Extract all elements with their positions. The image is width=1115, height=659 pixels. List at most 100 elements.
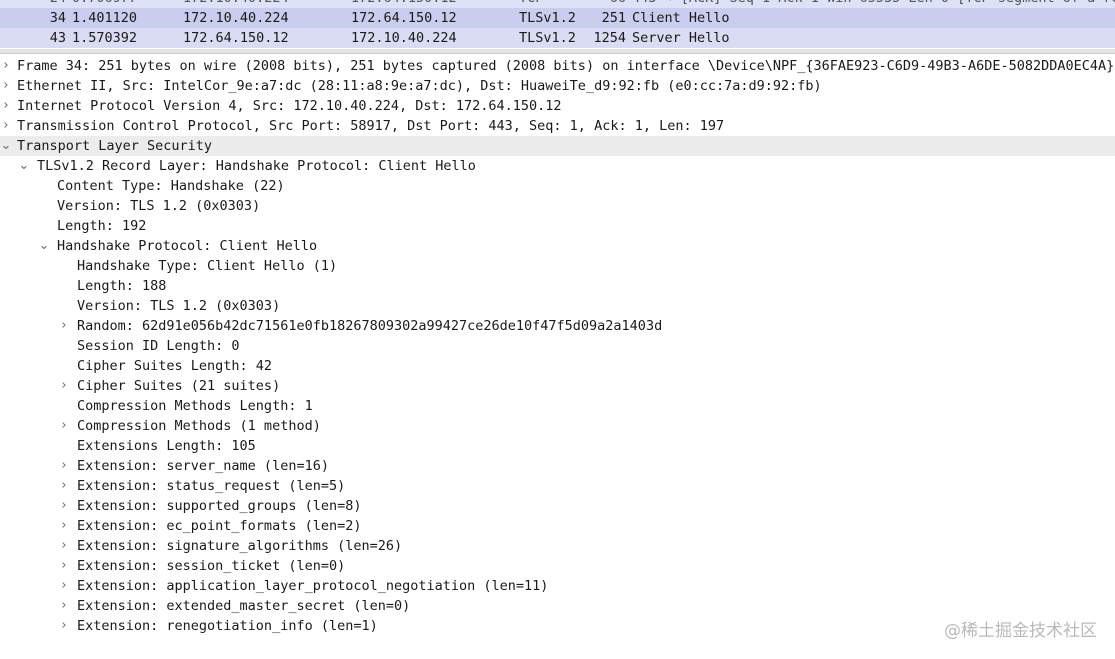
packet-source: 172.64.150.12	[183, 30, 289, 46]
chevron-down-icon[interactable]: ⌄	[38, 236, 50, 256]
packet-list: 24 0.706977 172.10.40.224 172.64.150.12 …	[0, 0, 1115, 48]
packet-info: Server Hello	[632, 30, 730, 46]
tree-item[interactable]: Content Type: Handshake (22)	[0, 176, 1115, 196]
chevron-right-icon[interactable]: ›	[0, 56, 12, 76]
chevron-right-icon[interactable]: ›	[58, 616, 70, 636]
watermark: @稀土掘金技术社区	[944, 621, 1097, 641]
packet-protocol: TLSv1.2	[519, 10, 576, 26]
chevron-right-icon[interactable]: ›	[58, 316, 70, 336]
tree-item[interactable]: Handshake Type: Client Hello (1)	[0, 256, 1115, 276]
chevron-right-icon[interactable]: ›	[0, 76, 12, 96]
packet-length: 1254	[593, 30, 626, 46]
packet-row[interactable]: 43 1.570392 172.64.150.12 172.10.40.224 …	[0, 28, 1115, 48]
packet-protocol: TCP	[519, 0, 543, 8]
chevron-down-icon[interactable]: ⌄	[0, 136, 12, 156]
tree-item-label: Extension: application_layer_protocol_ne…	[77, 578, 549, 594]
tree-item-label: Extension: status_request (len=5)	[77, 478, 346, 494]
packet-time: 0.706977	[72, 0, 137, 8]
chevron-right-icon[interactable]: ›	[58, 596, 70, 616]
chevron-right-icon[interactable]: ›	[58, 476, 70, 496]
tree-item-label: Compression Methods (1 method)	[77, 418, 321, 434]
chevron-right-icon[interactable]: ›	[0, 96, 12, 116]
tree-item[interactable]: Version: TLS 1.2 (0x0303)	[0, 196, 1115, 216]
tree-item[interactable]: › Cipher Suites (21 suites)	[0, 376, 1115, 396]
tree-item-label: Extension: session_ticket (len=0)	[77, 558, 346, 574]
pane-splitter[interactable]	[0, 49, 1115, 54]
tree-item-label: Internet Protocol Version 4, Src: 172.10…	[17, 98, 562, 114]
tree-item-label: Extension: server_name (len=16)	[77, 458, 329, 474]
tree-item[interactable]: Session ID Length: 0	[0, 336, 1115, 356]
packet-row[interactable]: 24 0.706977 172.10.40.224 172.64.150.12 …	[0, 0, 1115, 8]
chevron-right-icon[interactable]: ›	[0, 116, 12, 136]
chevron-right-icon[interactable]: ›	[58, 516, 70, 536]
tree-item-label: TLSv1.2 Record Layer: Handshake Protocol…	[37, 158, 476, 174]
tree-item-label: Cipher Suites (21 suites)	[77, 378, 281, 394]
packet-length: 66	[590, 0, 626, 8]
packet-protocol: TLSv1.2	[519, 30, 576, 46]
tree-item-label: Extension: signature_algorithms (len=26)	[77, 538, 403, 554]
tree-item-label: Extension: renegotiation_info (len=1)	[77, 618, 378, 634]
chevron-right-icon[interactable]: ›	[58, 576, 70, 596]
tree-item-label: Length: 188	[77, 278, 167, 294]
tree-item[interactable]: Version: TLS 1.2 (0x0303)	[0, 296, 1115, 316]
tree-item-label: Version: TLS 1.2 (0x0303)	[57, 198, 261, 214]
tree-item[interactable]: › Extension: extended_master_secret (len=…	[0, 596, 1115, 616]
chevron-right-icon[interactable]: ›	[58, 416, 70, 436]
tree-item-label: Session ID Length: 0	[77, 338, 240, 354]
tree-item-label: Extension: supported_groups (len=8)	[77, 498, 362, 514]
packet-time: 1.570392	[72, 30, 138, 46]
chevron-right-icon[interactable]: ›	[58, 536, 70, 556]
tree-item-label: Handshake Type: Client Hello (1)	[77, 258, 338, 274]
tree-item-label: Transport Layer Security	[17, 138, 213, 154]
tree-item[interactable]: Length: 192	[0, 216, 1115, 236]
packet-info: Client Hello	[632, 10, 730, 26]
tree-item-label: Transmission Control Protocol, Src Port:…	[17, 118, 725, 134]
tree-item-label: Length: 192	[57, 218, 147, 234]
tree-item-label: Random: 62d91e056b42dc71561e0fb182678093…	[77, 318, 663, 334]
chevron-right-icon[interactable]: ›	[58, 376, 70, 396]
tree-item-label: Version: TLS 1.2 (0x0303)	[77, 298, 281, 314]
chevron-right-icon[interactable]: ›	[58, 456, 70, 476]
tree-item[interactable]: › Transmission Control Protocol, Src Port…	[0, 116, 1115, 136]
tree-item[interactable]: › Extension: supported_groups (len=8)	[0, 496, 1115, 516]
chevron-right-icon[interactable]: ›	[58, 496, 70, 516]
packet-number: 34	[49, 10, 66, 26]
tree-item-label: Compression Methods Length: 1	[77, 398, 313, 414]
chevron-right-icon[interactable]: ›	[58, 556, 70, 576]
tree-item-label: Frame 34: 251 bytes on wire (2008 bits),…	[17, 58, 1115, 74]
tree-item-label: Handshake Protocol: Client Hello	[57, 238, 318, 254]
tree-item[interactable]: Extensions Length: 105	[0, 436, 1115, 456]
tree-item[interactable]: › Compression Methods (1 method)	[0, 416, 1115, 436]
tree-item-label: Cipher Suites Length: 42	[77, 358, 273, 374]
tree-item[interactable]: ⌄ Transport Layer Security	[0, 136, 1115, 156]
tree-item[interactable]: › Extension: signature_algorithms (len=26…	[0, 536, 1115, 556]
packet-source: 172.10.40.224	[183, 10, 289, 26]
tree-item[interactable]: › Extension: status_request (len=5)	[0, 476, 1115, 496]
packet-row-selected[interactable]: 34 1.401120 172.10.40.224 172.64.150.12 …	[0, 8, 1115, 28]
packet-destination: 172.64.150.12	[351, 0, 457, 8]
tree-item[interactable]: ⌄ TLSv1.2 Record Layer: Handshake Protoco…	[0, 156, 1115, 176]
tree-item[interactable]: › Extension: application_layer_protocol_n…	[0, 576, 1115, 596]
tree-item[interactable]: › Ethernet II, Src: IntelCor_9e:a7:dc (28…	[0, 76, 1115, 96]
tree-item-label: Extension: ec_point_formats (len=2)	[77, 518, 362, 534]
tree-item[interactable]: Length: 188	[0, 276, 1115, 296]
tree-item[interactable]: › Frame 34: 251 bytes on wire (2008 bits)…	[0, 56, 1115, 76]
packet-time: 1.401120	[72, 10, 138, 26]
tree-item[interactable]: › Extension: session_ticket (len=0)	[0, 556, 1115, 576]
tree-item-label: Ethernet II, Src: IntelCor_9e:a7:dc (28:…	[17, 78, 822, 94]
tree-item-label: Extensions Length: 105	[77, 438, 256, 454]
chevron-down-icon[interactable]: ⌄	[18, 156, 30, 176]
tree-item[interactable]: Compression Methods Length: 1	[0, 396, 1115, 416]
tree-item[interactable]: ⌄ Handshake Protocol: Client Hello	[0, 236, 1115, 256]
packet-number: 43	[49, 30, 66, 46]
packet-destination: 172.10.40.224	[351, 30, 457, 46]
tree-item[interactable]: › Internet Protocol Version 4, Src: 172.1…	[0, 96, 1115, 116]
packet-details-tree: › Frame 34: 251 bytes on wire (2008 bits)…	[0, 56, 1115, 636]
tree-item[interactable]: Cipher Suites Length: 42	[0, 356, 1115, 376]
tree-item[interactable]: › Random: 62d91e056b42dc71561e0fb18267809…	[0, 316, 1115, 336]
tree-item[interactable]: › Extension: ec_point_formats (len=2)	[0, 516, 1115, 536]
packet-info: 443 → [ACK] Seq=1 Ack=1 Win=65535 Len=0 …	[632, 0, 1115, 8]
tree-item[interactable]: › Extension: server_name (len=16)	[0, 456, 1115, 476]
packet-length: 251	[601, 10, 626, 26]
packet-number: 24	[28, 0, 66, 8]
